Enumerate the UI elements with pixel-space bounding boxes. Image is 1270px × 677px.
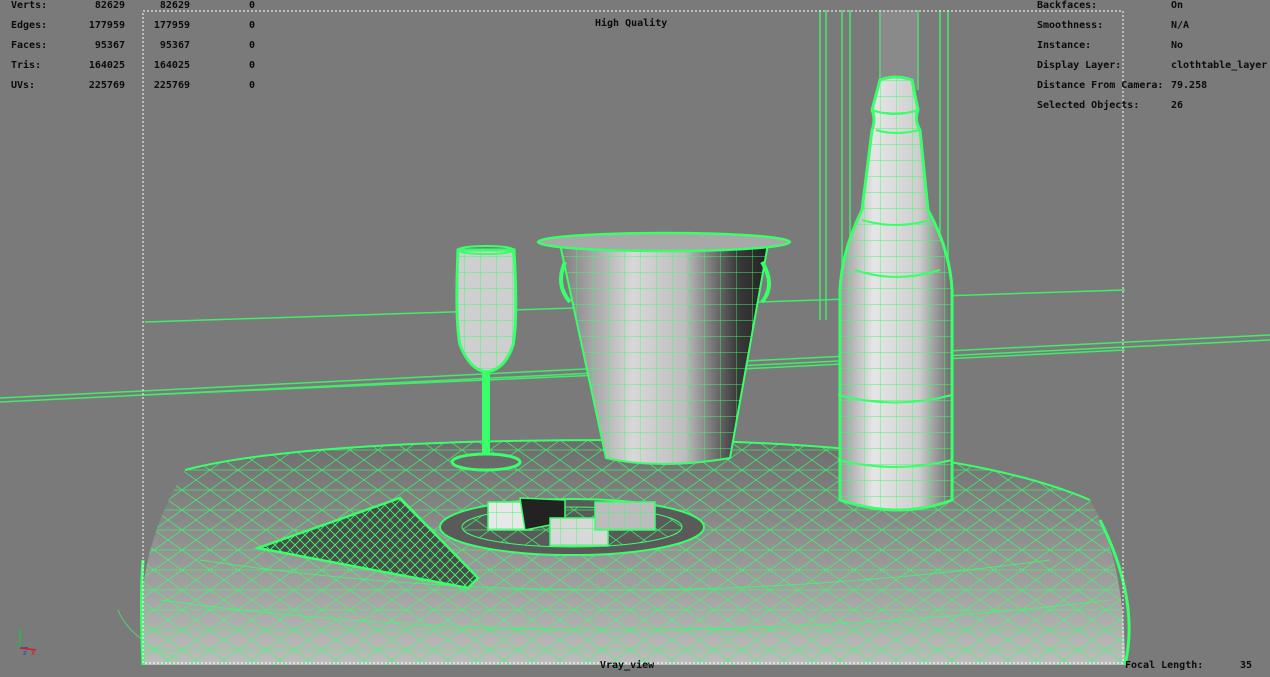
- poly-count-components: 0: [248, 0, 255, 11]
- poly-count-total: 225769: [88, 80, 125, 91]
- focal-length-value: 35: [1240, 660, 1253, 671]
- focal-length-label: Focal Length:: [1125, 660, 1204, 671]
- poly-count-label: Edges:: [11, 20, 48, 31]
- poly-count-components: 0: [248, 20, 255, 31]
- object-detail-row-display-layer: Display Layer: clothtable_layer: [1037, 56, 1267, 76]
- poly-count-components: 0: [248, 40, 255, 51]
- object-detail-value: 79.258: [1171, 80, 1208, 91]
- object-detail-row-instance: Instance: No: [1037, 36, 1267, 56]
- axis-z-label: z: [23, 649, 27, 657]
- poly-count-total: 177959: [88, 20, 125, 31]
- camera-name-label: Vray_view: [600, 660, 655, 671]
- poly-count-selected: 95367: [159, 40, 190, 51]
- axis-gizmo-icon: y z x: [18, 628, 37, 657]
- object-detail-value: clothtable_layer: [1171, 60, 1268, 71]
- object-detail-row-selected-objects: Selected Objects: 26: [1037, 96, 1267, 116]
- object-detail-value: 26: [1171, 100, 1184, 111]
- axis-y-label: y: [18, 628, 22, 635]
- poly-count-total: 95367: [94, 40, 125, 51]
- object-detail-row-smoothness: Smoothness: N/A: [1037, 16, 1267, 36]
- poly-count-selected: 82629: [159, 0, 190, 11]
- axis-x-label: x: [31, 649, 35, 657]
- object-detail-label: Selected Objects:: [1037, 100, 1140, 111]
- poly-count-row-edges: Edges: 177959 177959 0: [11, 16, 271, 36]
- poly-count-components: 0: [248, 80, 255, 91]
- object-detail-row-backfaces: Backfaces: On: [1037, 0, 1267, 16]
- focal-length-hud: Focal Length: 35: [1125, 660, 1265, 671]
- champagne-bottle-mesh: [837, 75, 954, 512]
- object-detail-label: Backfaces:: [1037, 0, 1098, 11]
- poly-count-label: Faces:: [11, 40, 48, 51]
- poly-count-selected: 164025: [153, 60, 190, 71]
- wine-glass-mesh: [450, 245, 522, 472]
- plate-mesh: [439, 497, 705, 556]
- poly-count-components: 0: [248, 60, 255, 71]
- poly-count-hud: Verts: 82629 82629 0 Edges: 177959 17795…: [11, 0, 271, 96]
- poly-count-label: UVs:: [11, 80, 36, 91]
- object-detail-value: N/A: [1171, 20, 1190, 31]
- object-detail-label: Instance:: [1037, 40, 1092, 51]
- object-detail-label: Display Layer:: [1037, 60, 1122, 71]
- poly-count-selected: 225769: [153, 80, 190, 91]
- poly-count-total: 82629: [94, 0, 125, 11]
- poly-count-row-tris: Tris: 164025 164025 0: [11, 56, 271, 76]
- poly-count-selected: 177959: [153, 20, 190, 31]
- poly-count-total: 164025: [88, 60, 125, 71]
- poly-count-row-faces: Faces: 95367 95367 0: [11, 36, 271, 56]
- object-detail-value: On: [1171, 0, 1184, 11]
- 3d-viewport[interactable]: Verts: 82629 82629 0 Edges: 177959 17795…: [0, 0, 1270, 677]
- object-details-hud: Backfaces: On Smoothness: N/A Instance: …: [1037, 0, 1267, 116]
- poly-count-row-verts: Verts: 82629 82629 0: [11, 0, 271, 16]
- object-detail-label: Smoothness:: [1037, 20, 1104, 31]
- ice-bucket-mesh: [536, 231, 792, 465]
- object-detail-row-distance: Distance From Camera: 79.258: [1037, 76, 1267, 96]
- poly-count-row-uvs: UVs: 225769 225769 0: [11, 76, 271, 96]
- poly-count-label: Verts:: [11, 0, 48, 11]
- poly-count-label: Tris:: [11, 60, 42, 71]
- object-detail-label: Distance From Camera:: [1037, 80, 1164, 91]
- render-quality-label: High Quality: [595, 18, 668, 29]
- object-detail-value: No: [1171, 40, 1184, 51]
